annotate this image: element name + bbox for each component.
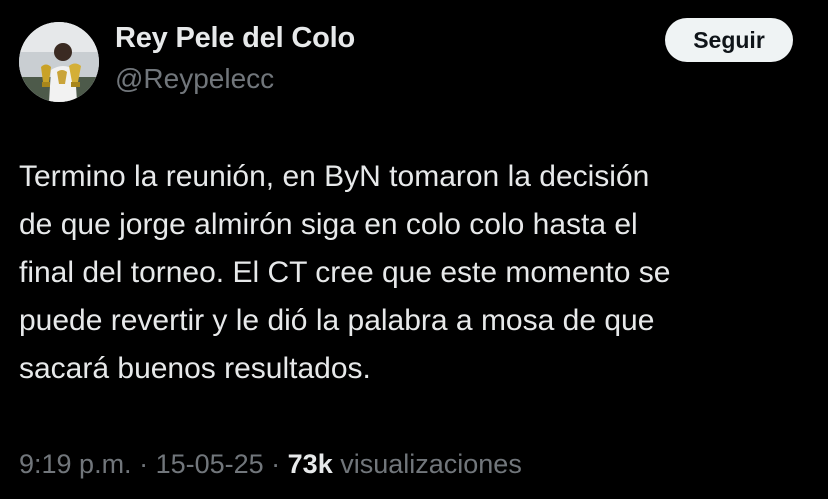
tweet-text-line: de que jorge almirón siga en colo colo h… bbox=[19, 208, 638, 241]
views-count[interactable]: 73k bbox=[288, 449, 333, 479]
views-label: visualizaciones bbox=[340, 449, 522, 479]
meta-separator: · bbox=[263, 449, 288, 479]
meta-separator: · bbox=[131, 449, 156, 479]
tweet-card: Rey Pele del Colo @Reypelecc Seguir Term… bbox=[0, 0, 828, 499]
author-display-name[interactable]: Rey Pele del Colo bbox=[115, 22, 355, 55]
tweet-text-line: puede revertir y le dió la palabra a mos… bbox=[19, 304, 655, 337]
avatar-photo-icon bbox=[19, 22, 99, 102]
author-handle[interactable]: @Reypelecc bbox=[115, 63, 274, 95]
tweet-text: Termino la reunión, en ByN tomaron la de… bbox=[19, 153, 809, 393]
tweet-meta: 9:19 p.m. · 15-05-25 · 73k visualizacion… bbox=[19, 449, 522, 480]
follow-button[interactable]: Seguir bbox=[665, 18, 793, 62]
tweet-text-line: Termino la reunión, en ByN tomaron la de… bbox=[19, 160, 650, 193]
tweet-text-line: final del torneo. El CT cree que este mo… bbox=[19, 256, 671, 289]
tweet-time[interactable]: 9:19 p.m. bbox=[19, 449, 132, 479]
tweet-text-line: sacará buenos resultados. bbox=[19, 352, 371, 385]
tweet-date[interactable]: 15-05-25 bbox=[156, 449, 264, 479]
avatar[interactable] bbox=[19, 22, 99, 102]
